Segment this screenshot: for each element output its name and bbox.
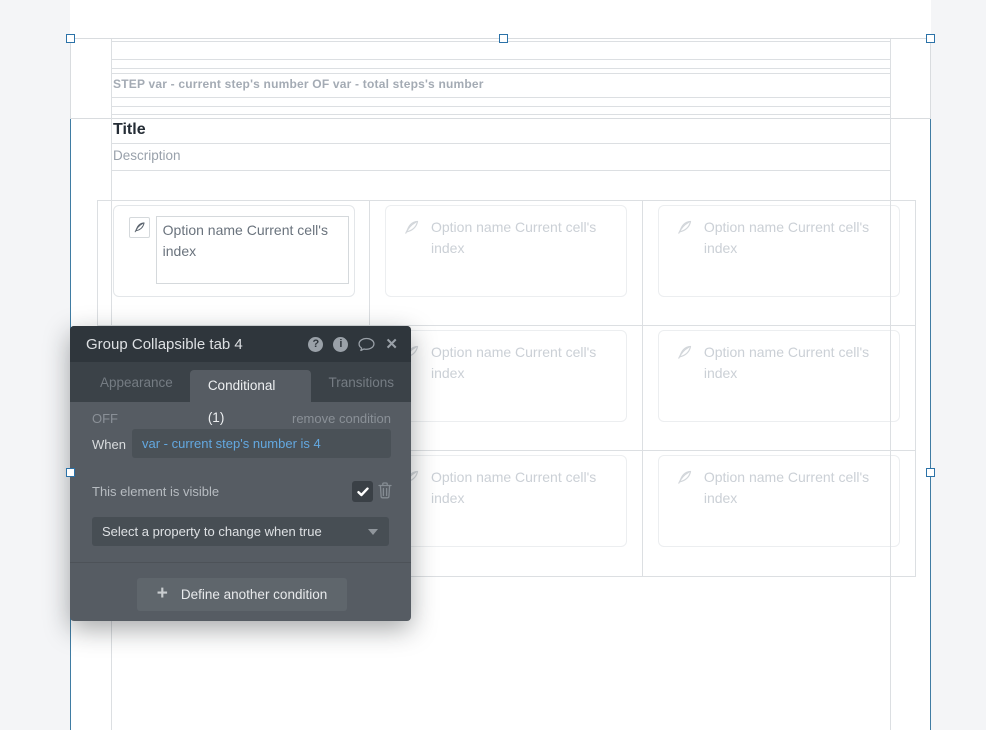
chevron-down-icon (368, 529, 378, 535)
row-divider (111, 143, 891, 144)
condition-expression-input[interactable]: var - current step's number is 4 (132, 429, 391, 458)
option-card[interactable]: Option name Current cell's index (113, 205, 355, 297)
footer-divider (70, 562, 411, 563)
help-icon[interactable]: ? (308, 337, 323, 352)
property-editor-panel[interactable]: Group Collapsible tab 4 ? i ✕ Appearance… (70, 326, 411, 621)
option-name-text: Option name Current cell's index (431, 342, 606, 384)
option-card[interactable]: Option name Current cell's index (658, 330, 900, 422)
panel-title: Group Collapsible tab 4 (86, 336, 308, 353)
row-divider (111, 97, 891, 98)
option-name-text: Option name Current cell's index (431, 467, 606, 509)
option-card[interactable]: Option name Current cell's index (385, 455, 627, 547)
property-dropdown[interactable]: Select a property to change when true (92, 517, 389, 546)
option-name-input[interactable]: Option name Current cell's index (156, 216, 349, 284)
row-divider (111, 73, 891, 74)
panel-header[interactable]: Group Collapsible tab 4 ? i ✕ (70, 326, 411, 362)
comment-icon[interactable] (358, 337, 375, 352)
conditional-tab-body: OFF remove condition When var - current … (70, 402, 411, 621)
plus-icon: + (157, 584, 168, 603)
rg-cell[interactable]: Option name Current cell's index (643, 201, 915, 326)
close-icon[interactable]: ✕ (385, 337, 398, 352)
tab-appearance[interactable]: Appearance (83, 364, 190, 402)
property-dropdown-placeholder: Select a property to change when true (102, 524, 322, 539)
step-indicator-text[interactable]: STEP var - current step's number OF var … (113, 77, 883, 91)
page-description[interactable]: Description (113, 148, 181, 163)
selection-handle-mid-left[interactable] (66, 468, 75, 477)
selection-handle-top-center[interactable] (499, 34, 508, 43)
row-divider (111, 114, 891, 115)
tab-transitions[interactable]: Transitions (311, 364, 411, 402)
rg-cell[interactable]: Option name Current cell's index (643, 451, 915, 576)
pen-icon (675, 468, 694, 487)
rg-cell[interactable]: Option name Current cell's index (98, 201, 370, 326)
remove-condition-link[interactable]: remove condition (292, 411, 391, 426)
define-button-label: Define another condition (181, 587, 327, 602)
check-icon (357, 487, 369, 497)
row-divider (111, 68, 891, 69)
option-card[interactable]: Option name Current cell's index (385, 330, 627, 422)
pen-icon (402, 218, 421, 237)
rg-cell[interactable]: Option name Current cell's index (370, 201, 642, 326)
option-name-text: Option name Current cell's index (431, 217, 606, 259)
pen-icon[interactable] (129, 217, 150, 238)
selection-handle-top-left[interactable] (66, 34, 75, 43)
rg-cell[interactable]: Option name Current cell's index (370, 326, 642, 451)
option-card[interactable]: Option name Current cell's index (385, 205, 627, 297)
visible-checkbox[interactable] (352, 481, 373, 502)
rg-cell[interactable]: Option name Current cell's index (643, 326, 915, 451)
row-divider (111, 106, 891, 107)
option-card[interactable]: Option name Current cell's index (658, 205, 900, 297)
option-name-text: Option name Current cell's index (704, 217, 879, 259)
element-visible-label: This element is visible (92, 484, 219, 499)
tab-strip: Appearance Conditional (1) Transitions (70, 362, 411, 402)
trash-icon[interactable] (378, 482, 392, 504)
when-label: When (92, 437, 126, 452)
row-divider (111, 170, 891, 171)
selection-handle-top-right[interactable] (926, 34, 935, 43)
condition-off-toggle[interactable]: OFF (92, 411, 118, 426)
selection-border-right[interactable] (930, 38, 931, 730)
define-another-condition-button[interactable]: + Define another condition (137, 578, 347, 611)
option-card[interactable]: Option name Current cell's index (658, 455, 900, 547)
rg-cell[interactable]: Option name Current cell's index (370, 451, 642, 576)
pen-icon (675, 218, 694, 237)
selection-handle-mid-right[interactable] (926, 468, 935, 477)
pen-icon (675, 343, 694, 362)
page-title[interactable]: Title (113, 121, 146, 139)
row-divider (111, 59, 891, 60)
tab-conditional[interactable]: Conditional (1) (190, 370, 312, 402)
option-name-text: Option name Current cell's index (704, 467, 879, 509)
option-name-text: Option name Current cell's index (704, 342, 879, 384)
info-icon[interactable]: i (333, 337, 348, 352)
